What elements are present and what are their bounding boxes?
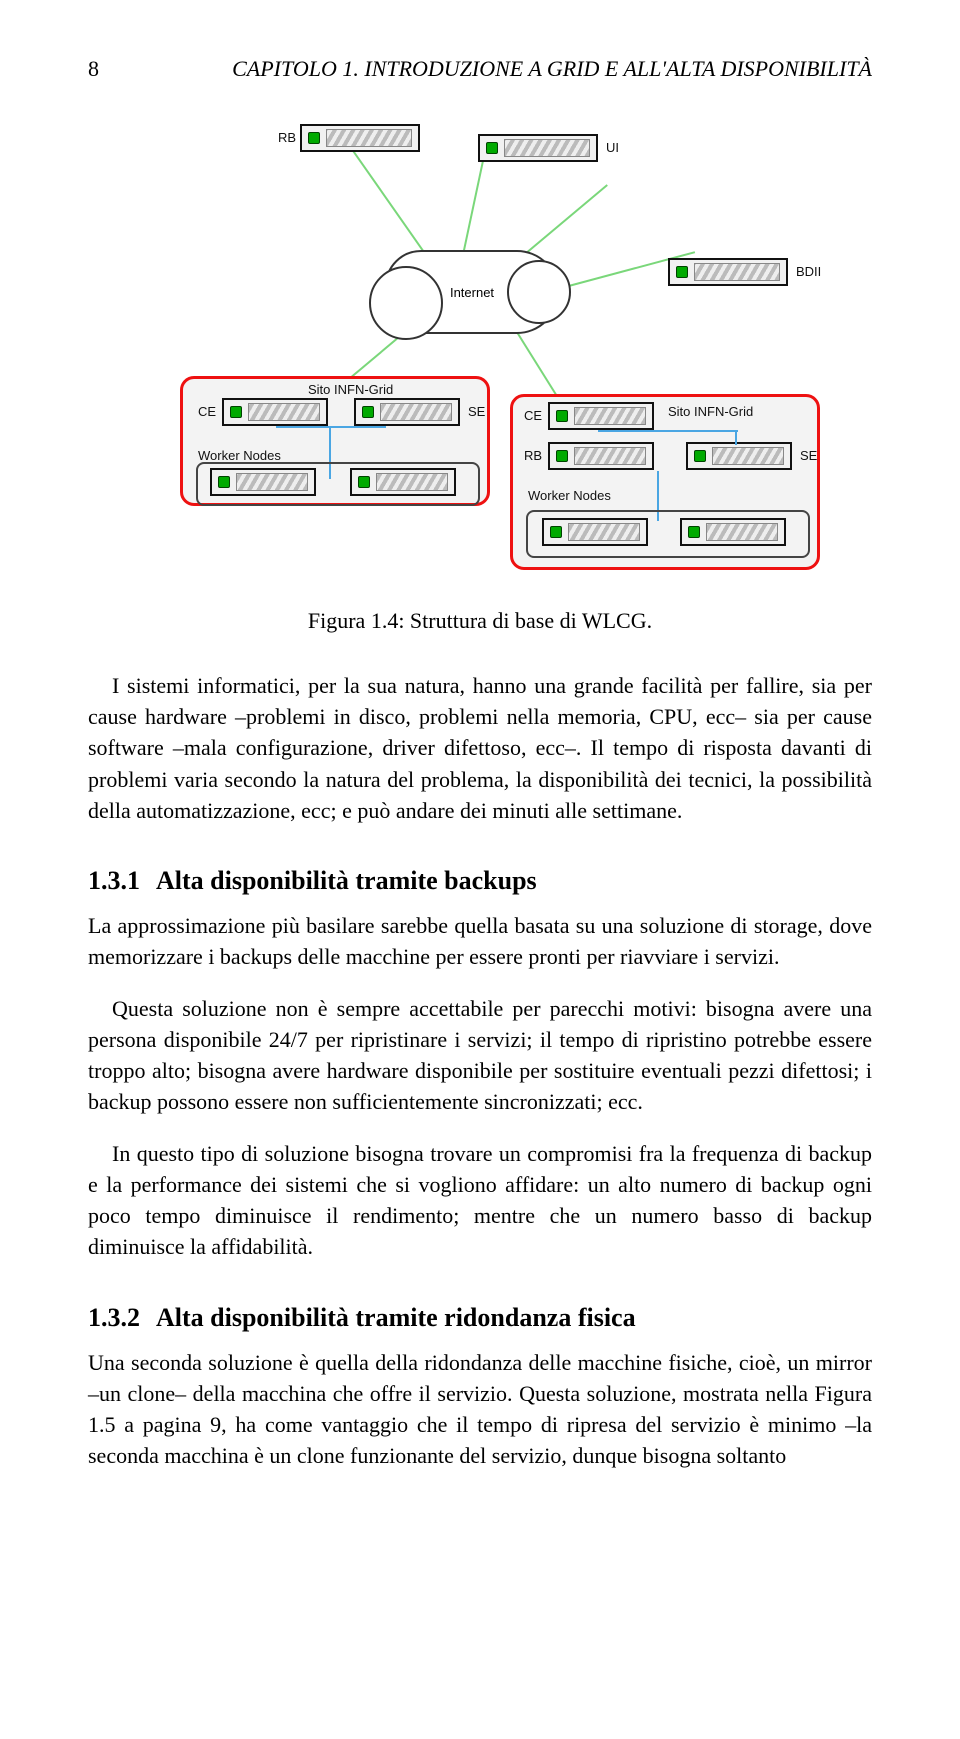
figure-caption: Figura 1.4: Struttura di base di WLCG. [88,608,872,634]
server-se-a-icon [354,398,460,426]
label-se-a: SE [468,404,485,419]
server-wn-b1-icon [542,518,648,546]
label-ui: UI [606,140,619,155]
label-rb: RB [278,130,296,145]
server-rb-b-icon [548,442,654,470]
site-b-label: Sito INFN-Grid [668,404,753,419]
site-a-label: Sito INFN-Grid [308,382,393,397]
server-rb-icon [300,124,420,152]
label-wn-b: Worker Nodes [528,488,611,503]
label-ce-a: CE [198,404,216,419]
paragraph-132-a: Una seconda soluzione è quella della rid… [88,1347,872,1472]
chapter-title: CAPITOLO 1. INTRODUZIONE A GRID E ALL'AL… [232,56,872,82]
label-bdii: BDII [796,264,821,279]
paragraph-131-b: Questa soluzione non è sempre accettabil… [88,993,872,1118]
label-rb-b: RB [524,448,542,463]
label-internet: Internet [450,285,494,300]
paragraph-intro: I sistemi informatici, per la sua natura… [88,670,872,826]
page: 8 CAPITOLO 1. INTRODUZIONE A GRID E ALL'… [0,0,960,1739]
label-ce-b: CE [524,408,542,423]
section-132-heading: 1.3.2Alta disponibilità tramite ridondan… [88,1303,872,1333]
paragraph-131-a: La approssimazione più basilare sarebbe … [88,910,872,972]
server-ce-a-icon [222,398,328,426]
server-se-b-icon [686,442,792,470]
section-131-heading: 1.3.1Alta disponibilità tramite backups [88,866,872,896]
server-bdii-icon [668,258,788,286]
paragraph-131-c: In questo tipo di soluzione bisogna trov… [88,1138,872,1263]
cloud-internet-icon: Internet [385,250,559,334]
running-header: 8 CAPITOLO 1. INTRODUZIONE A GRID E ALL'… [88,56,872,82]
figure-wlcg-structure: RB UI BDII Internet Sito INFN-Grid CE SE… [140,114,820,594]
server-ce-b-icon [548,402,654,430]
server-wn-a1-icon [210,468,316,496]
label-se-b: SE [800,448,817,463]
page-number: 8 [88,56,99,82]
server-wn-a2-icon [350,468,456,496]
server-wn-b2-icon [680,518,786,546]
server-ui-icon [478,134,598,162]
label-wn-a: Worker Nodes [198,448,281,463]
